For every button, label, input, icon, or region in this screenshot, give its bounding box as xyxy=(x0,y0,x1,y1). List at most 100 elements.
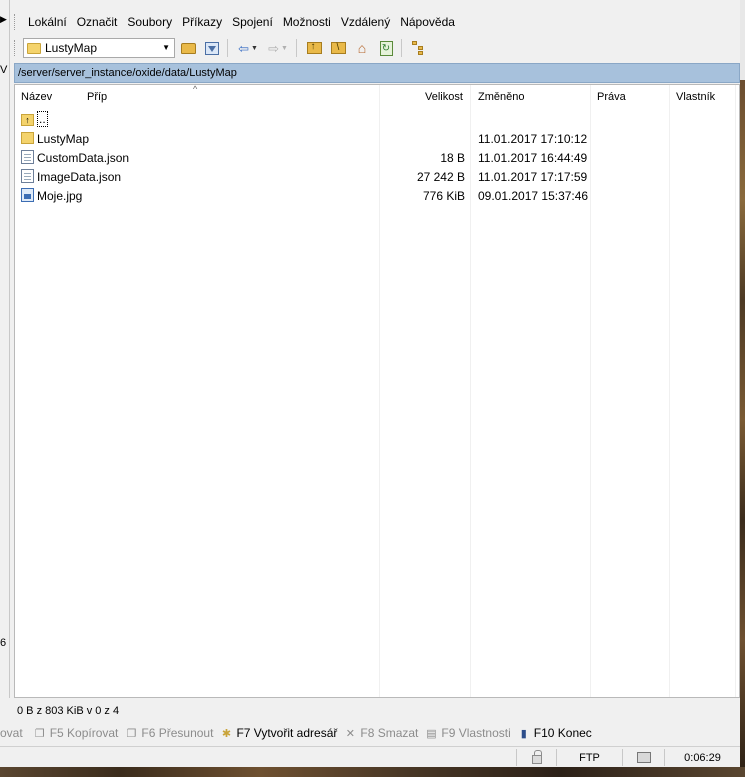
file-row-parent[interactable]: ↑ .. xyxy=(15,110,741,129)
forward-button[interactable]: ⇨ ▼ xyxy=(264,38,292,58)
file-modified: 09.01.2017 15:37:46 xyxy=(478,189,589,203)
desktop-background-bottom xyxy=(0,767,745,777)
document-icon xyxy=(21,169,34,183)
open-directory-button[interactable] xyxy=(177,38,199,58)
file-size: 18 B xyxy=(440,151,465,165)
menu-moznosti[interactable]: Možnosti xyxy=(278,15,336,29)
left-panel-fragment: V xyxy=(0,64,8,76)
properties-button-label: F9 Vlastnosti xyxy=(441,726,511,740)
folder-icon xyxy=(21,132,34,144)
parent-folder-icon: ↑ xyxy=(21,114,34,126)
move-button[interactable]: ❐ F6 Přesunout xyxy=(124,726,213,740)
create-directory-label: F7 Vytvořit adresář xyxy=(236,726,338,740)
encryption-status xyxy=(516,749,556,766)
file-name: ImageData.json xyxy=(37,170,122,184)
home-directory-button[interactable]: ⌂ xyxy=(351,38,373,58)
quit-button-label: F10 Konec xyxy=(533,726,592,740)
file-modified: 11.01.2017 17:10:12 xyxy=(478,132,588,146)
left-panel-fragment: 6 xyxy=(0,637,7,649)
file-modified: 11.01.2017 16:44:49 xyxy=(478,151,588,165)
delete-button-label: F8 Smazat xyxy=(360,726,419,740)
copy-button[interactable]: ❐ F5 Kopírovat xyxy=(33,726,119,740)
file-row[interactable]: LustyMap 11.01.2017 17:10:12 xyxy=(15,129,741,148)
properties-button[interactable]: ▤ F9 Vlastnosti xyxy=(424,726,511,740)
create-directory-button[interactable]: ✱ F7 Vytvořit adresář xyxy=(219,726,338,740)
tree-icon xyxy=(412,41,426,55)
refresh-button[interactable]: ↻ xyxy=(375,38,397,58)
file-row[interactable]: CustomData.json 18 B 11.01.2017 16:44:49 xyxy=(15,148,741,167)
menu-soubory[interactable]: Soubory xyxy=(122,15,177,29)
toolbar-grip xyxy=(14,40,17,56)
move-icon: ❐ xyxy=(126,727,137,740)
file-name-text: .. xyxy=(37,111,48,127)
protocol-status: FTP xyxy=(556,749,622,766)
lock-icon xyxy=(531,750,542,764)
file-row[interactable]: Moje.jpg 776 KiB 09.01.2017 15:37:46 xyxy=(15,186,741,205)
menu-napoveda[interactable]: Nápověda xyxy=(395,15,460,29)
computer-icon xyxy=(636,752,651,763)
file-name: .. xyxy=(37,111,48,127)
current-path-bar: /server/server_instance/oxide/data/Lusty… xyxy=(14,63,740,83)
delete-button[interactable]: ✕ F8 Smazat xyxy=(343,726,419,740)
chevron-down-icon: ▼ xyxy=(280,44,288,52)
menu-spojeni[interactable]: Spojení xyxy=(227,15,278,29)
status-bar: FTP 0:06:29 xyxy=(0,746,740,767)
menu-oznacit[interactable]: Označit xyxy=(72,15,123,29)
column-header-ext[interactable]: Příp xyxy=(87,91,107,103)
filter-icon xyxy=(205,41,219,55)
new-folder-icon: ✱ xyxy=(221,727,232,740)
document-icon xyxy=(21,150,34,164)
file-size: 776 KiB xyxy=(422,189,465,203)
file-row[interactable]: ImageData.json 27 242 B 11.01.2017 17:17… xyxy=(15,167,741,186)
left-panel-arrow: ▶ xyxy=(0,14,7,24)
toolbar: LustyMap ▼ ⇦▼ ⇨▼ ⌂ ↻ xyxy=(14,36,740,60)
chevron-down-icon: ▼ xyxy=(162,43,170,52)
home-icon: ⌂ xyxy=(357,40,367,56)
left-panel-strip: V 6 ▶ xyxy=(0,0,10,698)
menu-prikazy[interactable]: Příkazy xyxy=(177,15,227,29)
column-header-size[interactable]: Velikost xyxy=(425,91,463,103)
chevron-down-icon: ▼ xyxy=(250,44,258,52)
menubar: Lokální Označit Soubory Příkazy Spojení … xyxy=(14,11,740,33)
current-path: /server/server_instance/oxide/data/Lusty… xyxy=(18,67,237,79)
image-file-icon xyxy=(21,188,34,202)
toolbar-separator xyxy=(401,39,402,57)
column-header-owner[interactable]: Vlastník xyxy=(676,91,715,103)
file-name: LustyMap xyxy=(37,132,90,146)
exit-door-icon: ▮ xyxy=(520,727,527,740)
column-header-name[interactable]: Název xyxy=(21,91,52,103)
move-button-label: F6 Přesunout xyxy=(141,726,214,740)
column-header-modified[interactable]: Změněno xyxy=(478,91,524,103)
file-name: Moje.jpg xyxy=(37,189,83,203)
parent-folder-icon xyxy=(306,41,322,54)
file-size: 27 242 B xyxy=(416,170,465,184)
back-button[interactable]: ⇦ ▼ xyxy=(234,38,262,58)
refresh-icon: ↻ xyxy=(379,40,393,56)
tree-view-button[interactable] xyxy=(408,38,430,58)
selection-status: 0 B z 803 KiB v 0 z 4 xyxy=(17,705,120,717)
toolbar-separator xyxy=(227,39,228,57)
folder-icon xyxy=(27,42,41,54)
copy-icon: ❐ xyxy=(34,727,45,740)
fkey-fragment: ovat xyxy=(0,726,23,740)
directory-combo[interactable]: LustyMap ▼ xyxy=(23,38,175,58)
file-name: CustomData.json xyxy=(37,151,130,165)
forward-arrow-icon: ⇨ xyxy=(268,40,279,56)
column-header-rights[interactable]: Práva xyxy=(597,91,626,103)
menu-lokalni[interactable]: Lokální xyxy=(23,15,72,29)
open-folder-icon xyxy=(180,42,196,54)
menubar-grip xyxy=(14,14,17,30)
file-modified: 11.01.2017 17:17:59 xyxy=(478,170,588,184)
directory-combo-value: LustyMap xyxy=(45,41,98,55)
toolbar-separator xyxy=(296,39,297,57)
session-status xyxy=(622,749,664,766)
filter-button[interactable] xyxy=(201,38,223,58)
file-list[interactable]: ^ Název Příp Velikost Změněno Práva Vlas… xyxy=(14,84,740,698)
parent-directory-button[interactable] xyxy=(303,38,325,58)
quit-button[interactable]: ▮ F10 Konec xyxy=(517,726,592,740)
menu-vzdaleny[interactable]: Vzdálený xyxy=(336,15,395,29)
delete-icon: ✕ xyxy=(345,727,355,740)
root-directory-button[interactable] xyxy=(327,38,349,58)
sort-ascending-icon: ^ xyxy=(193,84,198,94)
file-list-header: ^ Název Příp Velikost Změněno Práva Vlas… xyxy=(15,84,741,109)
